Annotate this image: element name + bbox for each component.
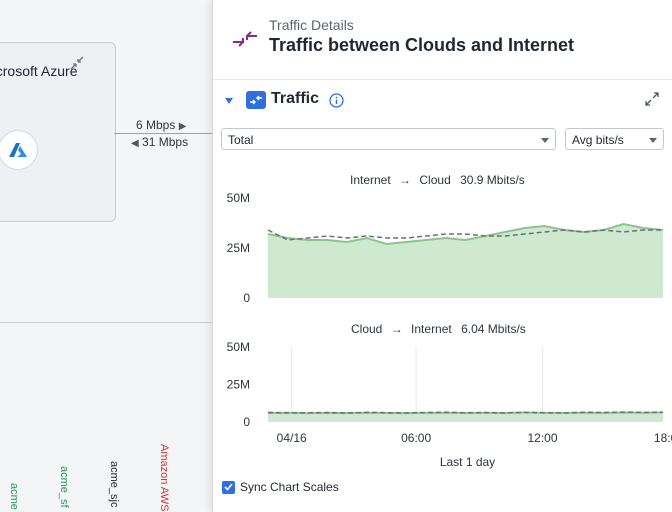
azure-node-title: Microsoft Azure bbox=[0, 63, 78, 79]
site-label-acme-sjc[interactable]: acme_sjc bbox=[108, 461, 120, 507]
traffic-badge-icon bbox=[246, 91, 266, 109]
y-tick-label: 50M bbox=[227, 340, 250, 354]
traffic-details-panel: Traffic Details Traffic between Clouds a… bbox=[212, 0, 672, 512]
chart2-title: Cloud → Internet 6.04 Mbits/s bbox=[351, 322, 526, 336]
chart1-title: Internet → Cloud 30.9 Mbits/s bbox=[350, 173, 525, 187]
section-title: Traffic bbox=[271, 90, 320, 107]
sync-label: Sync Chart Scales bbox=[240, 480, 339, 494]
chart2-from: Cloud bbox=[351, 322, 383, 336]
x-tick-label: 18:00 bbox=[654, 431, 672, 445]
chart2-value: 6.04 Mbits/s bbox=[461, 322, 526, 336]
x-tick-label: 12:00 bbox=[528, 431, 558, 445]
traffic-exchange-icon bbox=[233, 31, 257, 47]
chevron-down-icon bbox=[649, 138, 657, 143]
y-tick-label: 25M bbox=[227, 241, 250, 255]
chart-cloud-to-internet[interactable]: 50M 25M 0 04/16 06:00 12:00 18:00 Last 1 day bbox=[213, 336, 672, 472]
chart1-to: Cloud bbox=[419, 173, 451, 187]
collapse-icon[interactable] bbox=[70, 56, 84, 70]
arrow-right-icon: → bbox=[390, 322, 403, 336]
site-label-acme[interactable]: acme bbox=[8, 483, 20, 510]
chart2-to: Internet bbox=[411, 322, 452, 336]
azure-logo-icon bbox=[0, 130, 38, 170]
header-divider bbox=[213, 79, 672, 80]
arrow-right-icon: ▶ bbox=[178, 121, 187, 132]
area-fill bbox=[268, 224, 663, 298]
scope-select-value: Total bbox=[228, 133, 254, 147]
x-tick-label: 06:00 bbox=[401, 431, 431, 445]
y-tick-label: 50M bbox=[227, 191, 250, 205]
scope-select[interactable]: Total bbox=[221, 128, 556, 150]
metric-select[interactable]: Avg bits/s bbox=[565, 128, 664, 150]
chevron-down-icon bbox=[541, 138, 549, 143]
chart1-from: Internet bbox=[350, 173, 391, 187]
checkbox[interactable] bbox=[222, 480, 235, 494]
panel-title: Traffic between Clouds and Internet bbox=[269, 35, 575, 55]
y-tick-label: 0 bbox=[243, 415, 250, 429]
info-icon[interactable] bbox=[329, 93, 344, 108]
canvas-divider bbox=[0, 322, 212, 323]
azure-node-card[interactable]: Microsoft Azure bbox=[0, 42, 116, 222]
x-axis-label: Last 1 day bbox=[440, 455, 495, 469]
link-line[interactable] bbox=[114, 133, 214, 134]
arrow-right-icon: → bbox=[399, 173, 412, 187]
rate-out-label: 6 Mbps ▶ bbox=[136, 118, 187, 132]
panel-subtitle: Traffic Details bbox=[269, 17, 354, 33]
y-tick-label: 0 bbox=[243, 291, 250, 305]
chart1-value: 30.9 Mbits/s bbox=[460, 173, 525, 187]
rate-in-label: ◀ 31 Mbps bbox=[131, 135, 189, 149]
chart-internet-to-cloud[interactable]: 50M 25M 0 bbox=[213, 188, 672, 306]
sync-chart-scales[interactable]: Sync Chart Scales bbox=[222, 480, 339, 494]
collapse-caret-icon[interactable] bbox=[224, 96, 234, 106]
site-label-acme-sf[interactable]: acme_sf bbox=[58, 466, 70, 508]
metric-select-value: Avg bits/s bbox=[572, 133, 624, 147]
expand-icon[interactable] bbox=[645, 92, 659, 106]
site-label-amazon-aws[interactable]: Amazon AWS bbox=[158, 444, 170, 511]
x-tick-label: 04/16 bbox=[277, 431, 307, 445]
y-tick-label: 25M bbox=[227, 378, 250, 392]
arrow-left-icon: ◀ bbox=[131, 138, 139, 149]
